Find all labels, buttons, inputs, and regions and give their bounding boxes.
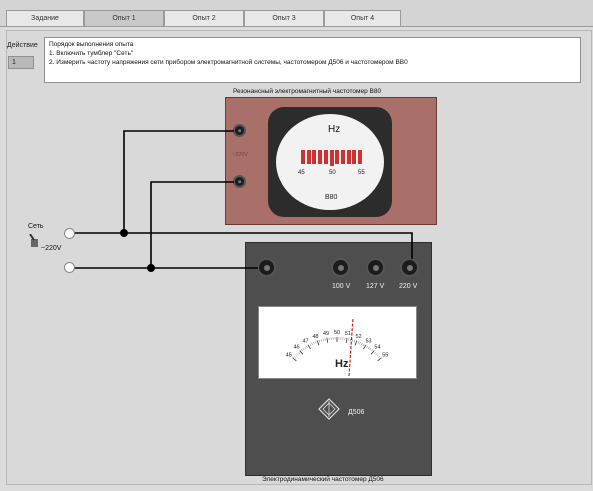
network-voltage-label: ~220V	[41, 245, 62, 252]
freqmeter-caption: Резонансный электромагнитный частотомер …	[233, 88, 382, 95]
freqmeter-reed	[323, 150, 328, 164]
d506-range-220v: 220 V	[399, 283, 418, 290]
step-label: Действие	[7, 42, 38, 49]
mains-terminal-2[interactable]	[64, 262, 75, 273]
freqmeter-reed	[346, 150, 351, 164]
network-switch-label: Сеть	[28, 223, 44, 230]
freqmeter-reed	[318, 150, 323, 164]
freqmeter-model: В80	[325, 194, 338, 201]
freqmeter-reed	[301, 150, 305, 164]
instruction-title: Порядок выполнения опыта	[49, 41, 134, 48]
d506-caption: Электродинамический частотомер Д506	[262, 476, 384, 483]
freqmeter-scale-mid: 50	[329, 170, 336, 176]
d506-terminal-127v[interactable]	[366, 258, 385, 277]
instruction-step-1: 1. Включить тумблер "Сеть"	[49, 50, 134, 57]
freqmeter-reeds	[301, 150, 363, 166]
freqmeter-terminal-1[interactable]	[233, 124, 246, 137]
d506-range-127v: 127 V	[366, 283, 385, 290]
d506-range-100v: 100 V	[332, 283, 351, 290]
d506-common-terminal[interactable]	[257, 258, 276, 277]
freqmeter-scale-low: 45	[298, 170, 305, 176]
tab-divider	[0, 26, 593, 27]
d506-terminal-220v[interactable]	[400, 258, 419, 277]
freqmeter-voltage-label: ~220V	[232, 152, 249, 158]
d506-terminal-100v[interactable]	[331, 258, 350, 277]
toggle-switch-icon[interactable]	[28, 234, 40, 248]
tab-task[interactable]: Задание	[6, 10, 84, 27]
freqmeter-reed	[340, 150, 345, 164]
instruction-step-2: 2. Измерить частоту напряжения сети приб…	[49, 59, 408, 66]
freqmeter-reed	[335, 150, 340, 164]
step-counter: 1	[8, 56, 34, 69]
freqmeter-reed	[329, 150, 334, 166]
d506-model: Д506	[348, 409, 365, 416]
tab-experiment-4[interactable]: Опыт 4	[324, 10, 401, 27]
diamond-logo-icon	[318, 398, 340, 420]
freqmeter-reed	[352, 150, 357, 164]
freqmeter-reed	[358, 150, 362, 164]
freqmeter-unit: Hz	[328, 124, 341, 135]
tab-experiment-3[interactable]: Опыт 3	[244, 10, 324, 27]
freqmeter-reed	[306, 150, 311, 164]
freqmeter-scale-high: 55	[358, 170, 365, 176]
tab-experiment-2[interactable]: Опыт 2	[164, 10, 244, 27]
freqmeter-terminal-2[interactable]	[233, 175, 246, 188]
freqmeter-reed	[312, 150, 317, 164]
tab-experiment-1[interactable]: Опыт 1	[84, 10, 164, 27]
d506-unit: Hz	[335, 358, 349, 370]
mains-terminal-1[interactable]	[64, 228, 75, 239]
instructions-box: Порядок выполнения опыта 1. Включить тум…	[44, 37, 581, 83]
